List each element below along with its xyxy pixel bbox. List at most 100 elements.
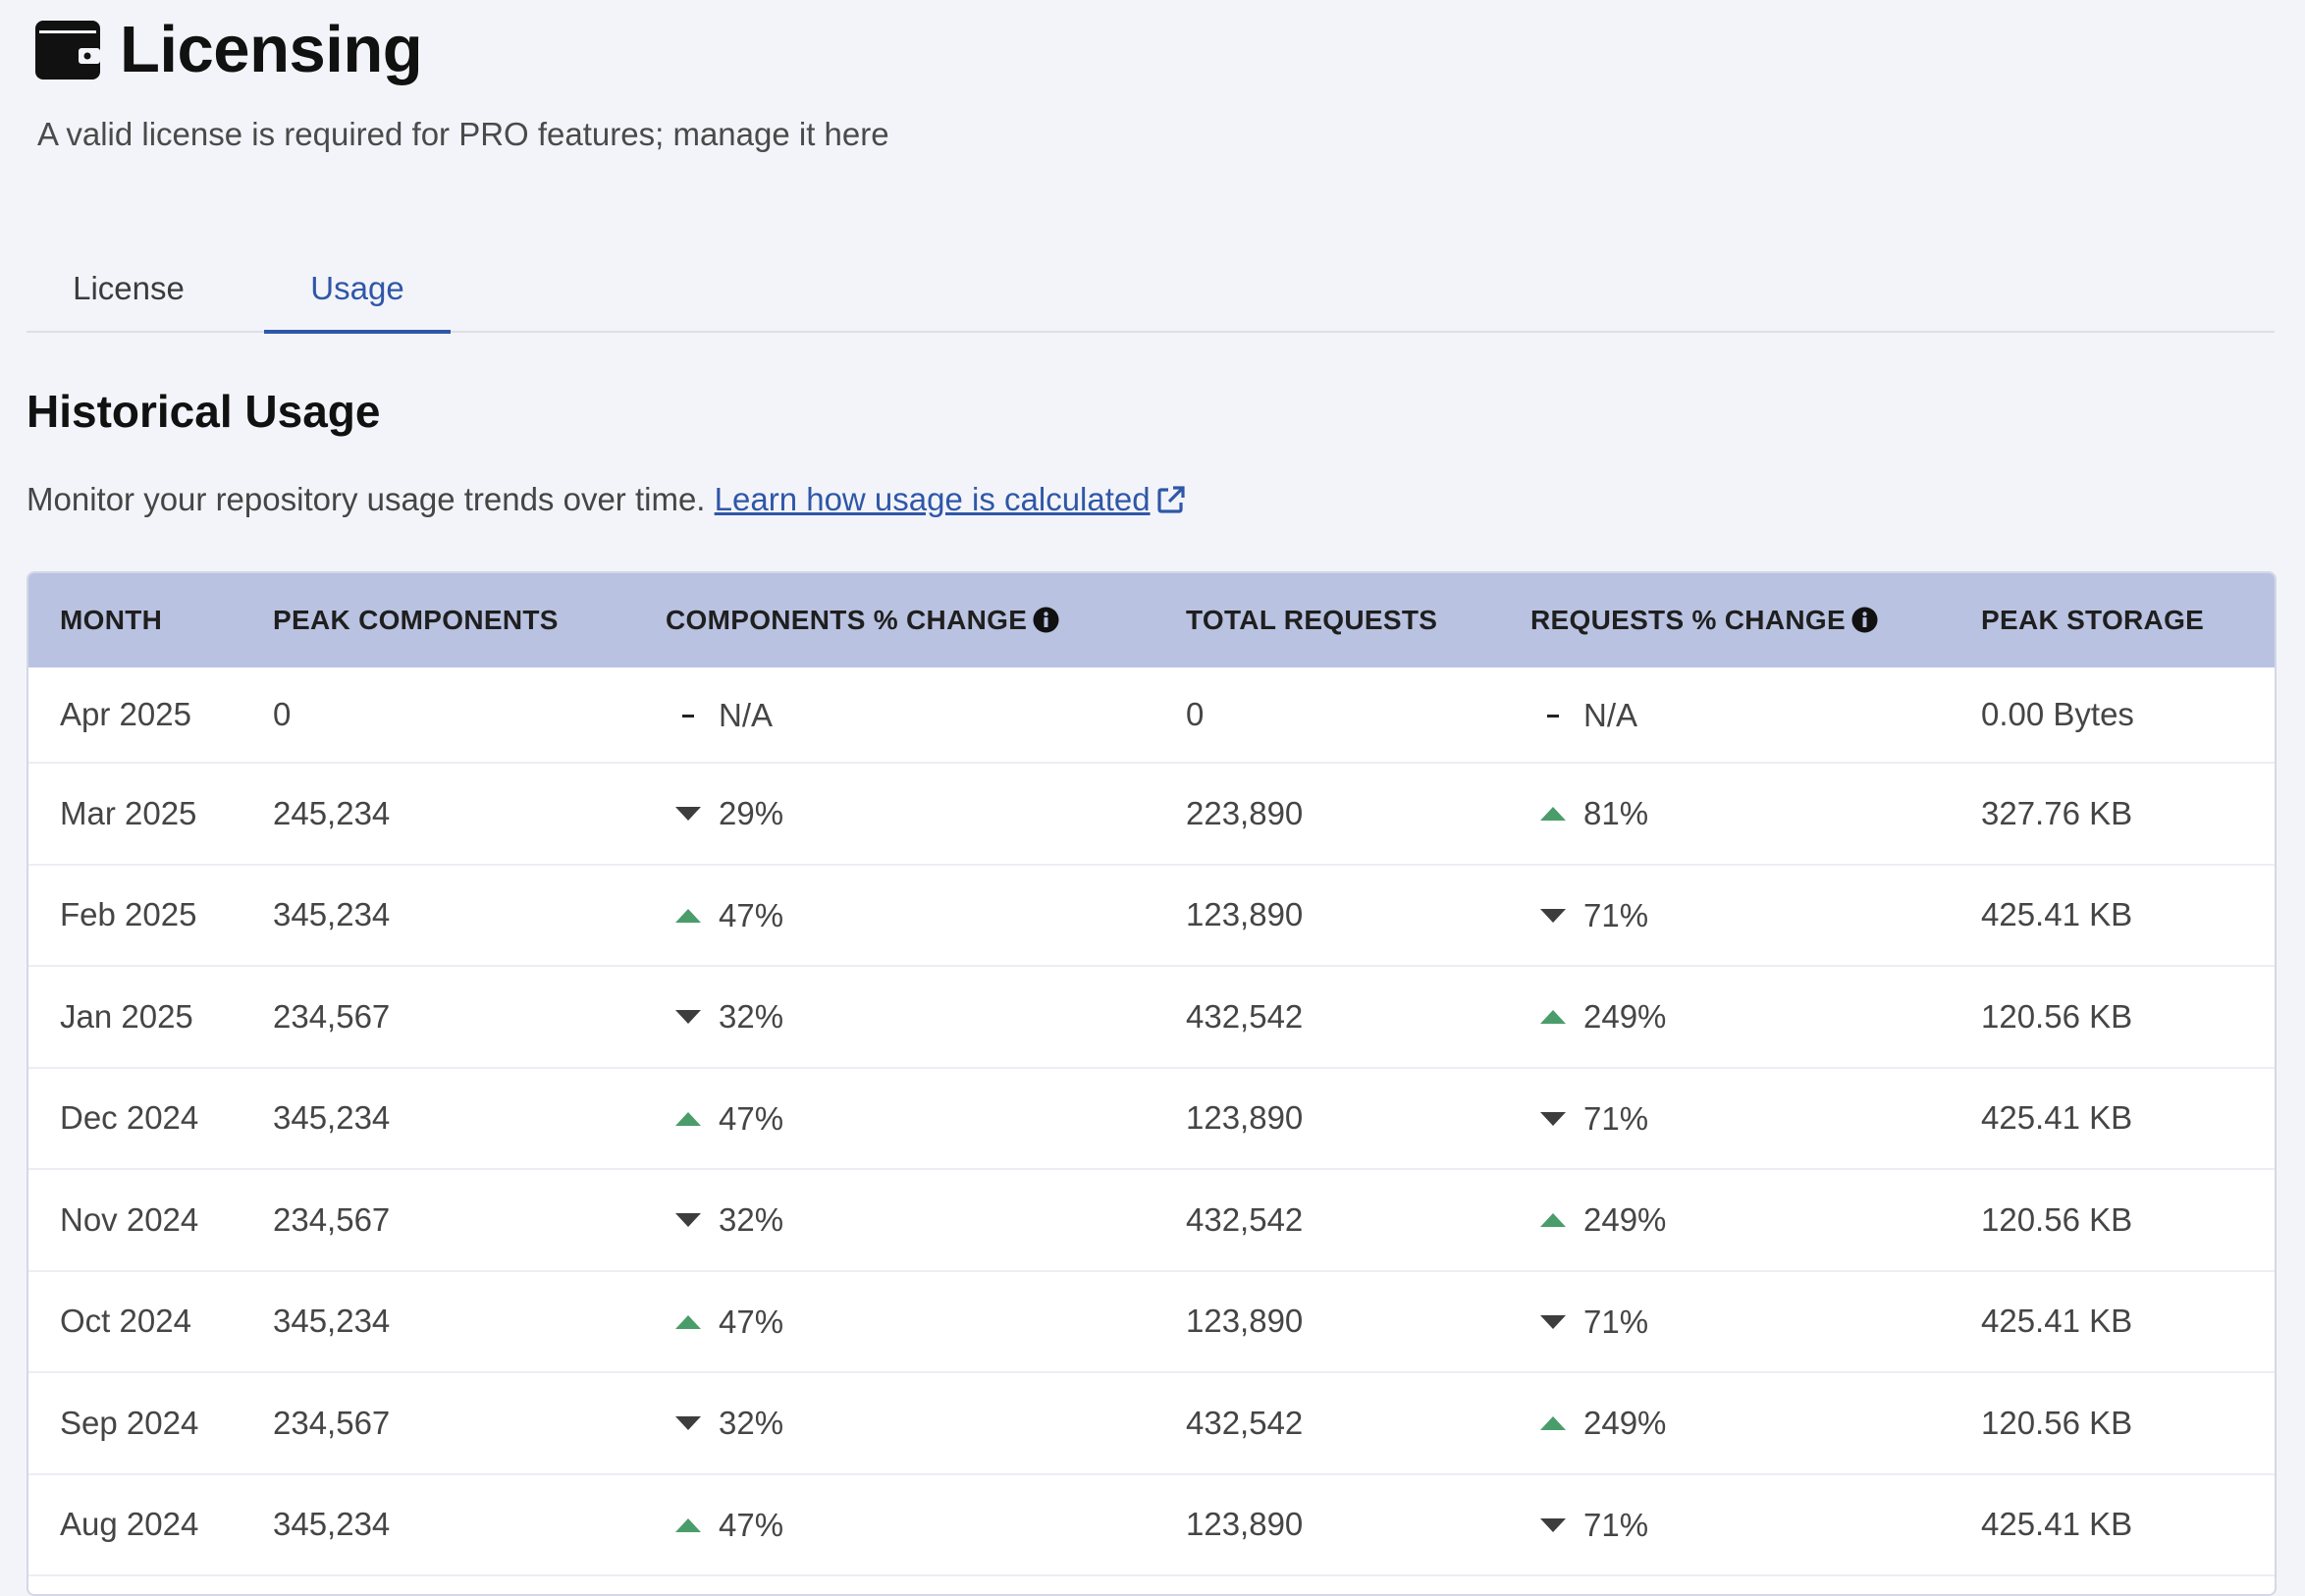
cell-requests-change: 81% <box>1530 763 1981 865</box>
components-change-value: 32% <box>719 998 784 1036</box>
cell-peak-components: 234,567 <box>273 997 391 1035</box>
cell-components-change: 47% <box>666 1068 1186 1170</box>
table-header-row: MONTH PEAK COMPONENTS COMPONENTS % CHANG… <box>28 573 2275 667</box>
trend-down-icon <box>673 804 703 824</box>
column-header-total-requests: TOTAL REQUESTS <box>1186 605 1438 635</box>
cell-components-change: 32% <box>666 1169 1186 1271</box>
cell-requests-change: 71% <box>1530 1271 1981 1373</box>
trend-up-icon <box>1538 1413 1568 1433</box>
cell-total-requests: 123,890 <box>1186 1506 1304 1543</box>
column-header-requests-change: REQUESTS % CHANGE <box>1530 573 1981 667</box>
cell-total-requests: 432,542 <box>1186 1200 1304 1238</box>
cell-components-change: 47% <box>666 1474 1186 1576</box>
table-row: Apr 2025 0 N/A 0 N/A 0.00 Bytes <box>28 667 2275 763</box>
usage-table: MONTH PEAK COMPONENTS COMPONENTS % CHANG… <box>27 571 2277 1596</box>
components-change-value: 32% <box>719 1201 784 1239</box>
components-change-value: 47% <box>719 1303 784 1340</box>
requests-change-value: 71% <box>1583 1303 1649 1340</box>
column-header-peak-components: PEAK COMPONENTS <box>273 605 559 635</box>
cell-month: Sep 2024 <box>60 1404 199 1441</box>
column-header-components-change: COMPONENTS % CHANGE <box>666 573 1186 667</box>
cell-peak-storage: 425.41 KB <box>1981 1303 2133 1340</box>
cell-total-requests: 123,890 <box>1186 896 1304 933</box>
cell-peak-storage: 0.00 Bytes <box>1981 696 2134 732</box>
cell-total-requests: 432,542 <box>1186 997 1304 1035</box>
trend-down-icon <box>673 1413 703 1433</box>
page-subtitle: A valid license is required for PRO feat… <box>37 116 889 152</box>
cell-components-change: 47% <box>666 1271 1186 1373</box>
section-description-text: Monitor your repository usage trends ove… <box>27 481 706 517</box>
column-header-requests-change-label: REQUESTS % CHANGE <box>1530 605 1846 635</box>
external-link-icon[interactable] <box>1156 485 1186 514</box>
requests-change-value: 249% <box>1583 1405 1667 1442</box>
cell-total-requests: 123,890 <box>1186 1099 1304 1137</box>
info-icon[interactable] <box>1851 607 1878 633</box>
cell-peak-components: 345,234 <box>273 1303 391 1340</box>
tab-bar: License Usage <box>27 245 2275 334</box>
table-row: Nov 2024 234,567 32% 432,542 249% 120.56 KB <box>28 1169 2275 1271</box>
column-header-peak-storage: PEAK STORAGE <box>1981 605 2205 635</box>
trend-down-icon <box>673 1007 703 1027</box>
components-change-value: 29% <box>719 795 784 832</box>
cell-month: Mar 2025 <box>60 794 197 831</box>
cell-requests-change: 249% <box>1530 966 1981 1068</box>
column-header-components-change-label: COMPONENTS % CHANGE <box>666 605 1028 635</box>
cell-components-change: N/A <box>666 667 1186 763</box>
cell-month: Apr 2025 <box>60 696 191 732</box>
trend-down-icon <box>1538 1312 1568 1332</box>
cell-month: Aug 2024 <box>60 1506 199 1543</box>
requests-change-value: 81% <box>1583 795 1649 832</box>
cell-components-change: 32% <box>666 1372 1186 1474</box>
cell-peak-components: 345,234 <box>273 1506 391 1543</box>
requests-change-value: N/A <box>1583 696 1638 733</box>
cell-peak-storage: 425.41 KB <box>1981 1506 2133 1543</box>
trend-down-icon <box>1538 1109 1568 1129</box>
trend-up-icon <box>1538 1210 1568 1230</box>
components-change-value: 47% <box>719 1099 784 1137</box>
cell-requests-change: 249% <box>1530 1169 1981 1271</box>
cell-peak-components: 234,567 <box>273 1200 391 1238</box>
learn-usage-link[interactable]: Learn how usage is calculated <box>715 481 1186 517</box>
table-row: Dec 2024 345,234 47% 123,890 71% 425.41 KB <box>28 1068 2275 1170</box>
cell-month: Feb 2025 <box>60 896 197 933</box>
tab-usage[interactable]: Usage <box>264 245 451 334</box>
learn-usage-link-label[interactable]: Learn how usage is calculated <box>715 481 1151 517</box>
page-title: Licensing <box>120 13 423 86</box>
requests-change-value: 249% <box>1583 1201 1667 1239</box>
trend-down-icon <box>1538 906 1568 926</box>
cell-total-requests: 0 <box>1186 696 1205 732</box>
cell-peak-storage: 425.41 KB <box>1981 1099 2133 1137</box>
requests-change-value: 71% <box>1583 896 1649 933</box>
cell-total-requests: 123,890 <box>1186 1303 1304 1340</box>
cell-total-requests: 223,890 <box>1186 794 1304 831</box>
cell-components-change: 47% <box>666 865 1186 967</box>
components-change-value: 32% <box>719 1405 784 1442</box>
cell-total-requests: 432,542 <box>1186 1404 1304 1441</box>
cell-peak-components: 345,234 <box>273 1099 391 1137</box>
page-header: Licensing <box>35 12 423 87</box>
cell-peak-components: 345,234 <box>273 896 391 933</box>
requests-change-value: 249% <box>1583 998 1667 1036</box>
cell-peak-components: 245,234 <box>273 794 391 831</box>
trend-up-icon <box>673 906 703 926</box>
cell-peak-storage: 327.76 KB <box>1981 794 2133 831</box>
table-row: Jan 2025 234,567 32% 432,542 249% 120.56 KB <box>28 966 2275 1068</box>
components-change-value: 47% <box>719 896 784 933</box>
cell-requests-change: 71% <box>1530 1474 1981 1576</box>
trend-up-icon <box>1538 804 1568 824</box>
table-body: Apr 2025 0 N/A 0 N/A 0.00 Bytes Mar 2025 245,23… <box>28 667 2275 1575</box>
cell-requests-change: 71% <box>1530 865 1981 967</box>
cell-peak-components: 0 <box>273 696 292 732</box>
table-row: Mar 2025 245,234 29% 223,890 81% 327.76 KB <box>28 763 2275 865</box>
info-icon[interactable] <box>1033 607 1059 633</box>
table-row: Feb 2025 345,234 47% 123,890 71% 425.41 KB <box>28 865 2275 967</box>
no-change-icon <box>1538 706 1568 725</box>
tab-license[interactable]: License <box>27 245 231 331</box>
cell-month: Dec 2024 <box>60 1099 199 1137</box>
components-change-value: 47% <box>719 1506 784 1543</box>
cell-requests-change: 249% <box>1530 1372 1981 1474</box>
section-title: Historical Usage <box>27 386 381 437</box>
column-header-month: MONTH <box>60 605 163 635</box>
cell-peak-components: 234,567 <box>273 1404 391 1441</box>
cell-peak-storage: 120.56 KB <box>1981 997 2133 1035</box>
